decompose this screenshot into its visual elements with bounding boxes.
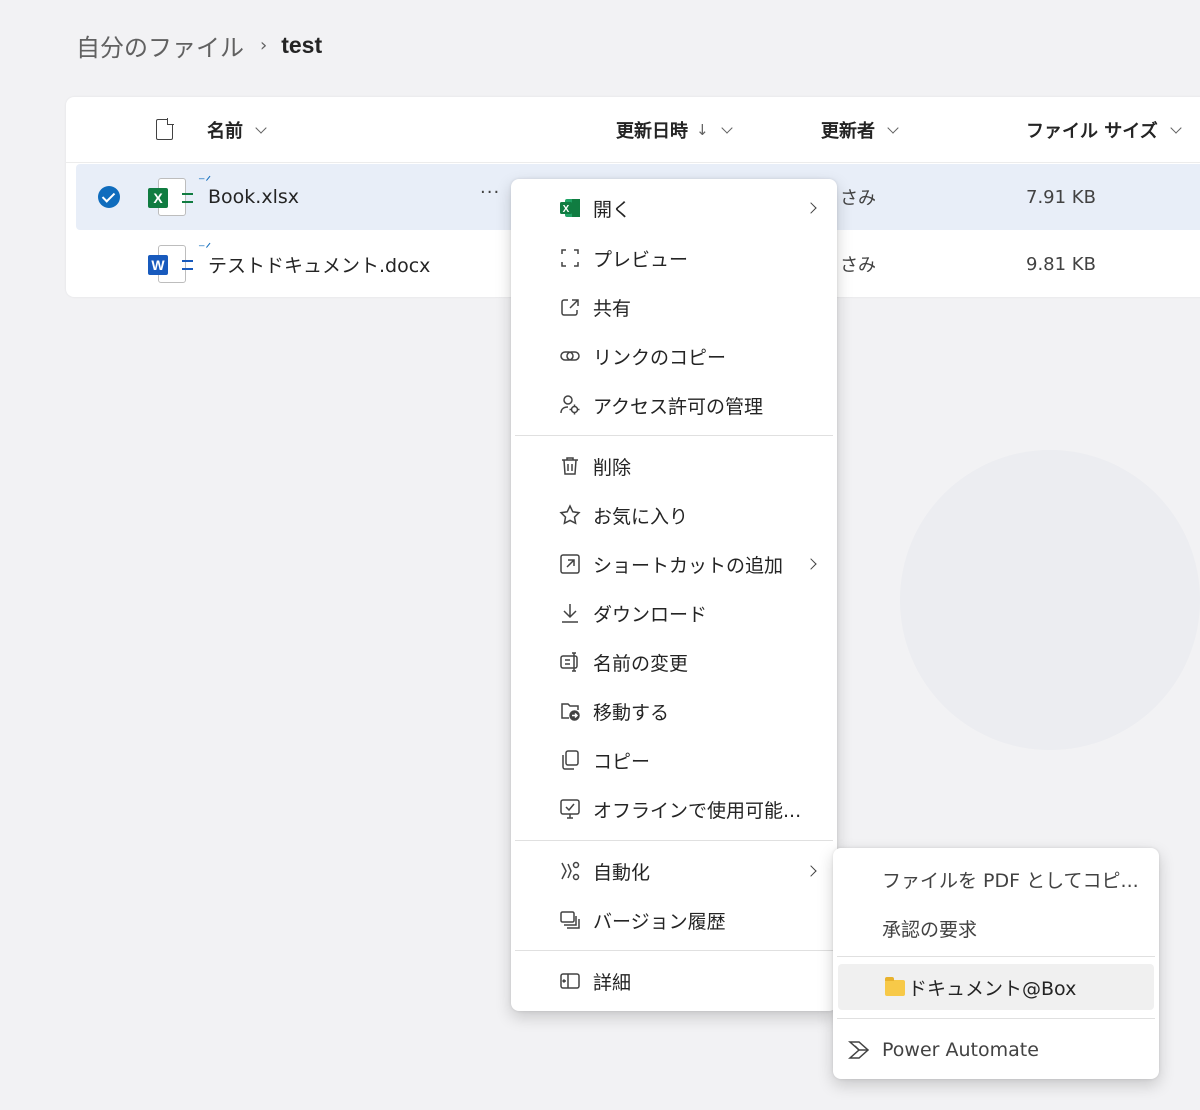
trash-icon [557,453,583,479]
menu-item-label: リンクのコピー [593,346,727,369]
file-type-icon[interactable] [156,118,174,140]
excel-icon: X [557,195,583,221]
column-header-name[interactable]: 名前 [207,97,267,163]
folder-icon [885,977,905,996]
menu-item-share[interactable]: 共有 [511,285,837,329]
star-icon [557,502,583,528]
menu-item-label: 削除 [593,456,632,479]
file-list-header: 名前 更新日時 ↓ 更新者 ファイル サイズ [66,97,1200,163]
menu-item-rename[interactable]: 名前の変更 [511,640,837,684]
column-label: 更新者 [821,121,875,142]
menu-item-copy[interactable]: コピー [511,738,837,782]
menu-item-make-offline[interactable]: オフラインで使用可能... [511,787,837,831]
menu-item-label: 移動する [593,701,670,724]
column-header-modified[interactable]: 更新日時 ↓ [616,97,733,163]
menu-divider [515,950,833,951]
menu-item-automate[interactable]: 自動化 [511,849,837,893]
sort-descending-icon: ↓ [696,121,709,139]
column-header-file-size[interactable]: ファイル サイズ [1026,97,1182,163]
breadcrumb-root-link[interactable]: 自分のファイル [76,28,244,63]
excel-icon: X [148,178,193,218]
menu-item-label: 承認の要求 [882,918,978,941]
menu-item-label: 開く [593,198,632,221]
menu-item-copy-link[interactable]: リンクのコピー [511,334,837,378]
chevron-down-icon [1170,121,1182,134]
menu-item-favorite[interactable]: お気に入り [511,493,837,537]
more-options-icon[interactable]: ··· [480,182,500,203]
download-icon [557,600,583,626]
chevron-right-icon [805,202,817,214]
menu-item-label: 詳細 [593,971,632,994]
file-size: 7.91 KB [1026,186,1096,208]
file-name[interactable]: テストドキュメント.docx [208,231,430,297]
chevron-down-icon [720,121,733,134]
file-size: 9.81 KB [1026,253,1096,275]
automate-icon [557,858,583,884]
word-icon: W [148,245,193,285]
chevron-down-icon [255,121,267,134]
menu-item-open[interactable]: X 開く [511,186,837,230]
modified-by: さみ [840,188,876,209]
menu-item-label: オフラインで使用可能... [593,799,802,822]
column-header-modified-by[interactable]: 更新者 [821,97,899,163]
column-label: ファイル サイズ [1026,121,1158,142]
svg-text:X: X [563,204,570,215]
modified-by: さみ [840,255,876,276]
menu-item-preview[interactable]: プレビュー [511,236,837,280]
menu-item-add-shortcut[interactable]: ショートカットの追加 [511,542,837,586]
offline-icon [557,796,583,822]
menu-item-label: プレビュー [593,248,689,271]
submenu-item-document-box[interactable]: ドキュメント@Box [838,964,1154,1010]
menu-item-label: バージョン履歴 [593,910,726,933]
menu-divider [837,1018,1155,1019]
menu-divider [515,435,833,436]
menu-item-download[interactable]: ダウンロード [511,591,837,635]
menu-item-label: ダウンロード [593,603,708,626]
menu-item-details[interactable]: 詳細 [511,959,837,1003]
chevron-right-icon [805,865,817,877]
menu-item-label: 自動化 [593,861,651,884]
file-name[interactable]: Book.xlsx [208,164,299,230]
menu-item-label: ショートカットの追加 [593,554,784,577]
shortcut-icon [557,551,583,577]
menu-divider [837,956,1155,957]
breadcrumb-current: test [281,31,323,58]
power-automate-icon [848,1039,872,1065]
background-decoration [900,450,1200,750]
preview-icon [557,245,583,271]
details-icon [557,968,583,994]
submenu-item-request-approval[interactable]: 承認の要求 [833,905,1159,951]
checkmark-icon[interactable] [98,186,120,208]
menu-item-label: アクセス許可の管理 [593,395,764,418]
column-label: 更新日時 [616,121,688,142]
column-label: 名前 [207,121,243,142]
menu-item-move[interactable]: 移動する [511,689,837,733]
move-folder-icon [557,698,583,724]
menu-divider [515,840,833,841]
breadcrumb-separator-icon: › [260,34,268,56]
link-icon [557,343,583,369]
submenu-item-power-automate[interactable]: Power Automate [833,1027,1159,1073]
menu-item-label: ドキュメント@Box [908,977,1077,1000]
chevron-down-icon [887,121,899,134]
menu-item-manage-access[interactable]: アクセス許可の管理 [511,383,837,427]
rename-icon [557,649,583,675]
automate-submenu: ファイルを PDF としてコピ... 承認の要求 ドキュメント@Box Powe… [833,848,1159,1079]
menu-item-label: 共有 [593,297,632,320]
menu-item-label: コピー [593,750,651,773]
copy-icon [557,747,583,773]
menu-item-label: 名前の変更 [593,652,689,675]
menu-item-label: Power Automate [882,1039,1039,1061]
menu-item-label: ファイルを PDF としてコピ... [882,869,1139,892]
menu-item-version-history[interactable]: バージョン履歴 [511,898,837,942]
menu-item-delete[interactable]: 削除 [511,444,837,488]
menu-item-label: お気に入り [593,505,689,528]
share-icon [557,294,583,320]
submenu-item-copy-as-pdf[interactable]: ファイルを PDF としてコピ... [833,856,1159,902]
version-history-icon [557,907,583,933]
breadcrumb: 自分のファイル › test [76,28,322,62]
chevron-right-icon [805,558,817,570]
person-settings-icon [557,392,583,418]
context-menu: X 開く プレビュー 共有 リンクのコピー アクセス許可の管理 削除 お気に入り… [511,179,837,1011]
